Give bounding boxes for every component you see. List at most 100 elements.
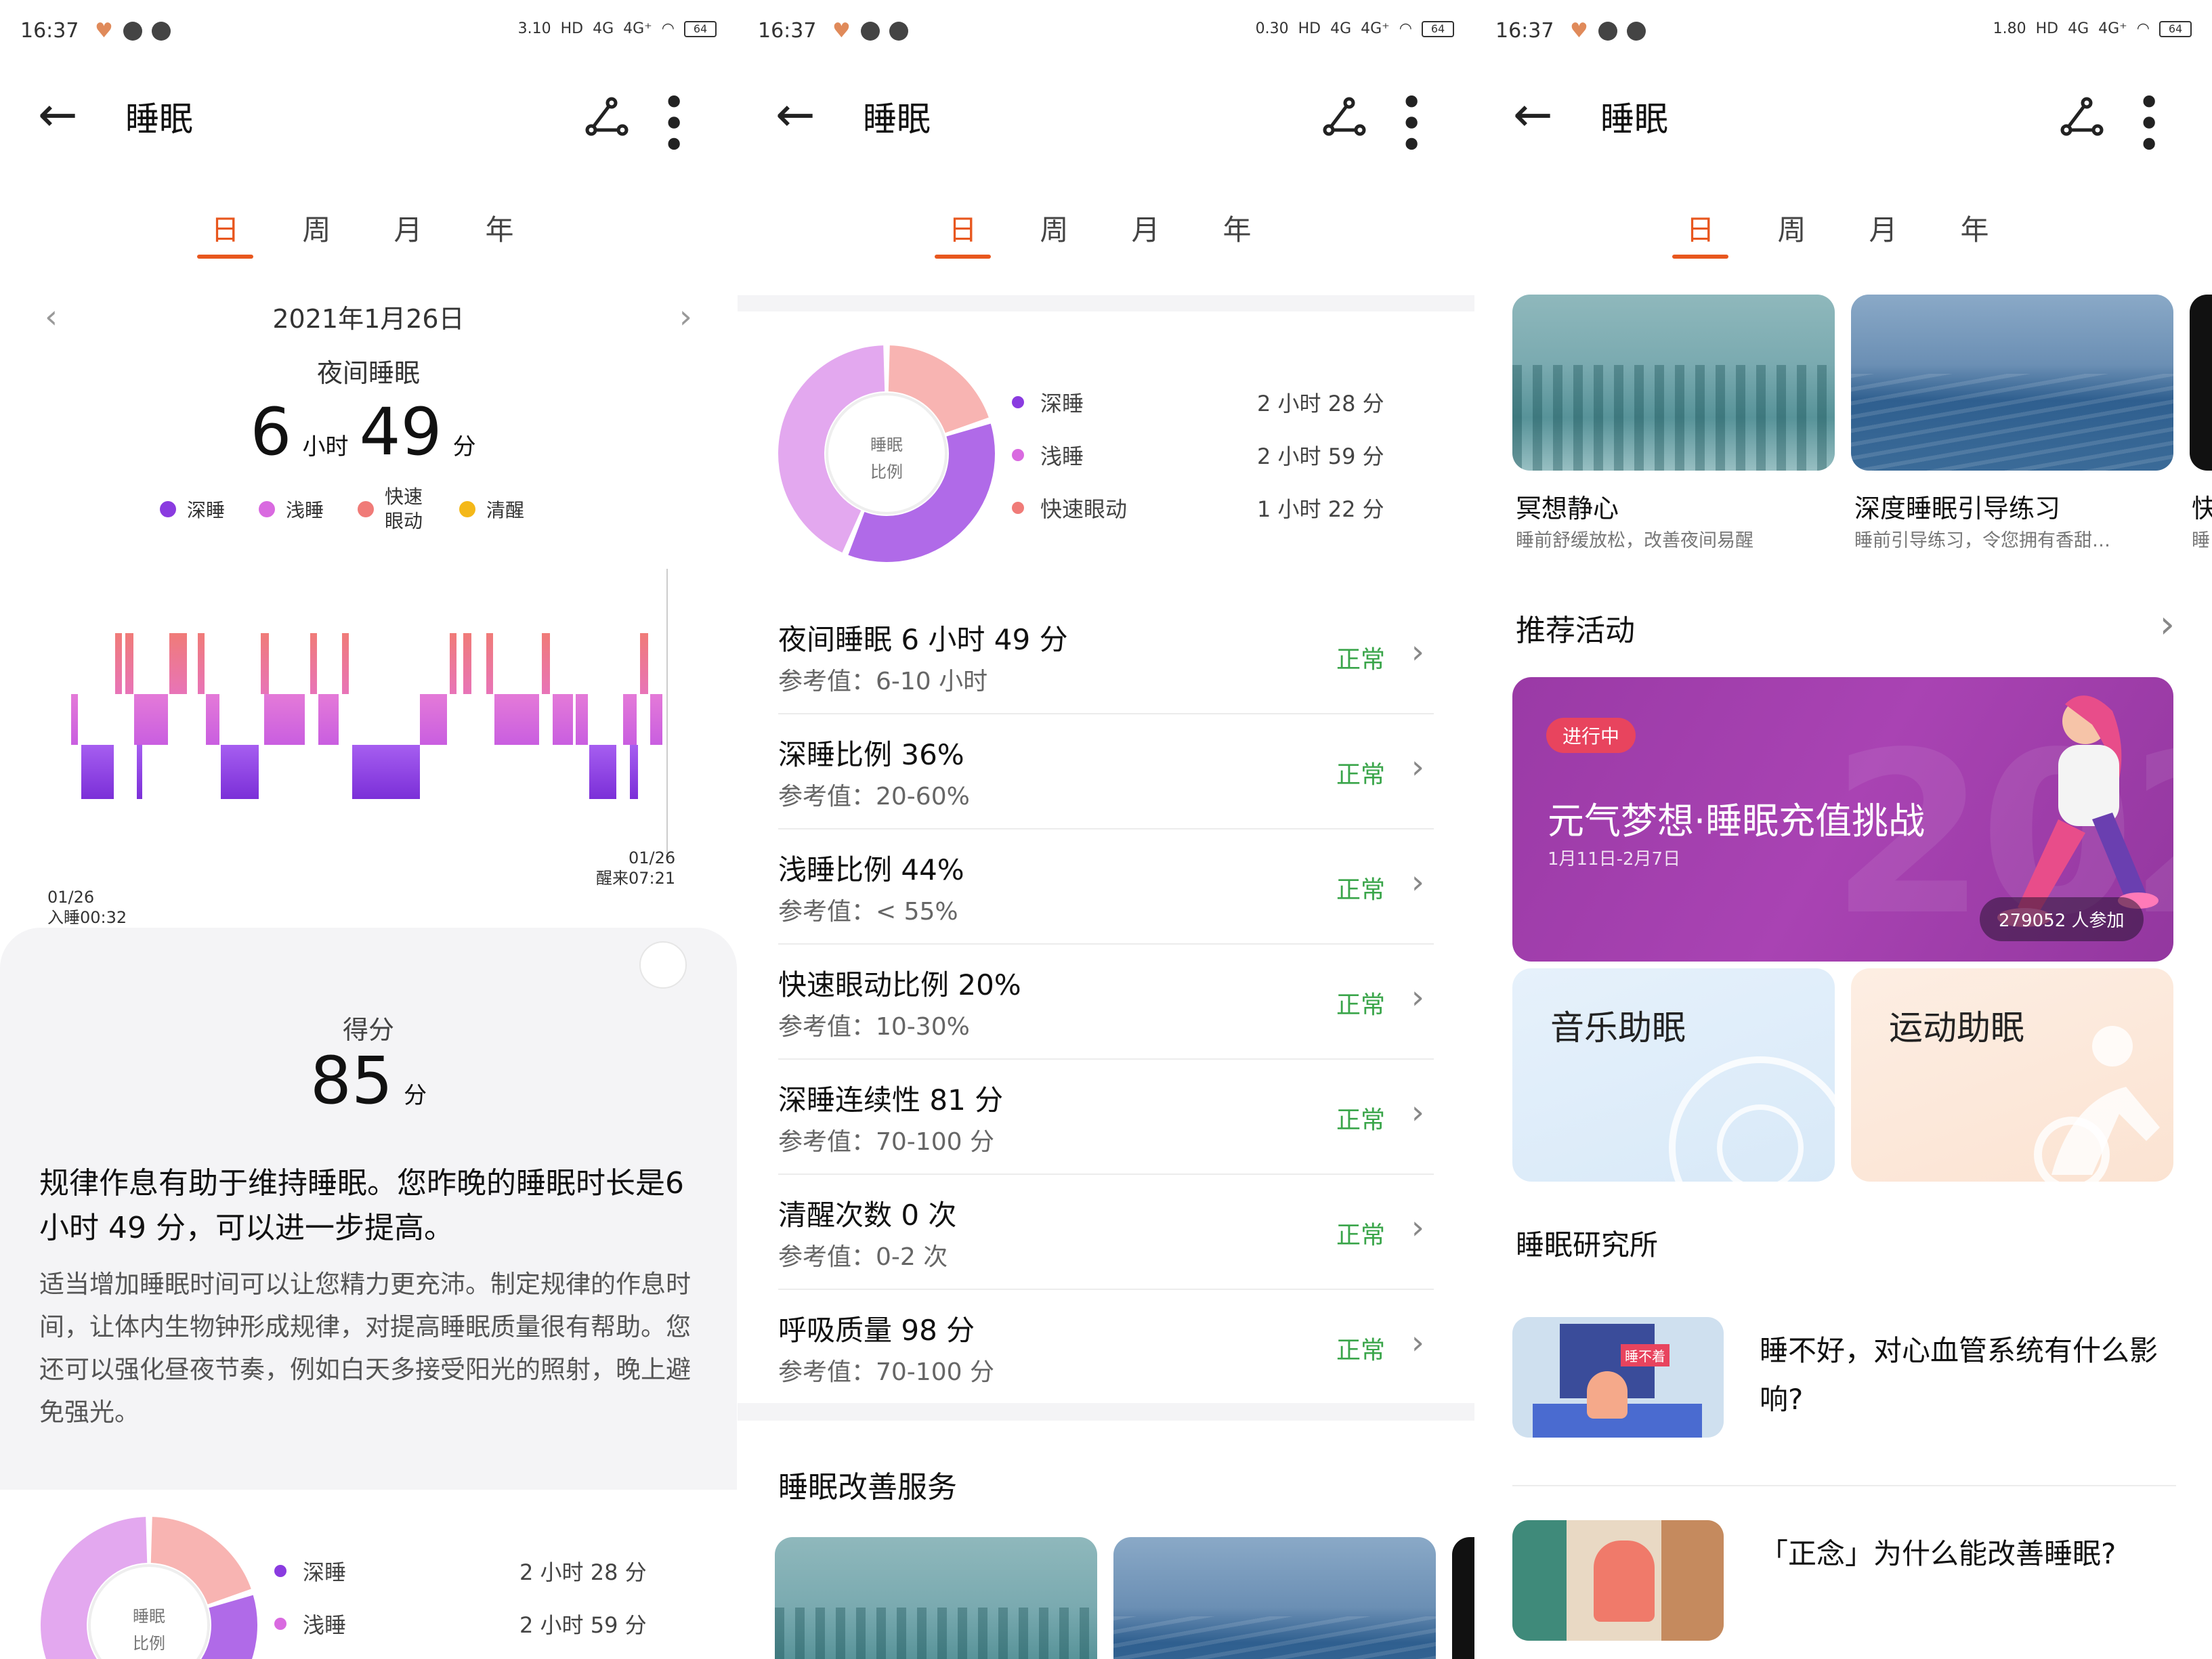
tab-day[interactable]: 日 bbox=[1655, 203, 1746, 264]
sleep-ratio-donut: 睡眠 比例 bbox=[41, 1517, 257, 1659]
heart-icon: ♥ bbox=[1570, 19, 1588, 43]
activities-section-title: 推荐活动 bbox=[1516, 613, 1635, 648]
rem-block bbox=[463, 633, 471, 694]
deep-block bbox=[630, 745, 638, 799]
rem-block bbox=[640, 633, 648, 694]
article-thumbnail: 睡不着 bbox=[1512, 1317, 1724, 1438]
timeline-handle[interactable] bbox=[639, 941, 687, 989]
row-value: 2 小时 59 分 bbox=[1257, 444, 1384, 469]
share-icon[interactable] bbox=[2060, 96, 2107, 137]
metric-ref: 参考值：6-10 小时 bbox=[778, 668, 988, 695]
tab-month[interactable]: 月 bbox=[1100, 203, 1191, 264]
tab-year[interactable]: 年 bbox=[1191, 203, 1283, 264]
section-divider bbox=[738, 295, 1474, 311]
light-block bbox=[134, 694, 168, 745]
person-shape bbox=[1594, 1540, 1655, 1622]
metric-title: 清醒次数 0 次 bbox=[778, 1199, 957, 1232]
chevron-left-icon[interactable]: ‹ bbox=[45, 298, 58, 336]
metric-row-light-ratio[interactable]: 浅睡比例 44% 参考值：< 55% 正常 › bbox=[778, 830, 1434, 945]
tab-month[interactable]: 月 bbox=[1837, 203, 1929, 264]
metric-row-deep-ratio[interactable]: 深睡比例 36% 参考值：20-60% 正常 › bbox=[778, 714, 1434, 830]
chevron-right-icon: › bbox=[1411, 1324, 1424, 1362]
lab-section-title: 睡眠研究所 bbox=[1516, 1228, 1659, 1262]
speed-readout: 3.10 bbox=[517, 20, 551, 37]
tile-music-sleep[interactable]: 音乐助眠 bbox=[1512, 968, 1835, 1182]
legend-row-deep: 深睡 2 小时 28 分 bbox=[1012, 382, 1418, 423]
metric-title: 呼吸质量 98 分 bbox=[778, 1314, 975, 1347]
row-value: 2 小时 28 分 bbox=[519, 1559, 647, 1585]
chevron-right-icon: › bbox=[1411, 1209, 1424, 1247]
article-title: 睡不好，对心血管系统有什么影响? bbox=[1760, 1334, 2158, 1416]
metric-title: 深睡比例 36% bbox=[778, 738, 964, 771]
shelf-shape bbox=[1661, 1520, 1724, 1641]
rem-block bbox=[115, 633, 122, 694]
back-arrow-icon[interactable]: ← bbox=[1513, 91, 1553, 138]
tab-day[interactable]: 日 bbox=[179, 203, 271, 264]
advice-detail: 适当增加睡眠时间可以让您精力更充沛。制定规律的作息时间，让体内生物钟形成规律，对… bbox=[39, 1270, 691, 1427]
back-arrow-icon[interactable]: ← bbox=[38, 91, 78, 138]
share-icon[interactable] bbox=[584, 96, 632, 137]
legend-label: 快速 眼动 bbox=[385, 486, 423, 532]
app-bar: ← 睡眠 ••• bbox=[1475, 81, 2212, 153]
donut-center-line2: 比例 bbox=[870, 462, 903, 481]
light-swatch bbox=[259, 501, 276, 517]
more-icon[interactable]: ••• bbox=[649, 89, 696, 153]
minutes-unit: 分 bbox=[452, 433, 476, 460]
section-divider bbox=[0, 1468, 737, 1490]
tab-year[interactable]: 年 bbox=[454, 203, 545, 264]
metric-row-breathing[interactable]: 呼吸质量 98 分参考值：70-100 分 正常 › bbox=[778, 1290, 1434, 1405]
service-card-next[interactable] bbox=[1452, 1537, 1474, 1659]
tile-sport-sleep[interactable]: 运动助眠 bbox=[1851, 968, 2173, 1182]
service-card-deep-sleep[interactable] bbox=[1113, 1537, 1436, 1659]
more-icon[interactable]: ••• bbox=[2124, 89, 2171, 153]
article-item[interactable]: 「正念」为什么能改善睡眠? bbox=[1512, 1520, 2176, 1659]
light-block bbox=[206, 694, 219, 745]
service-card-next[interactable] bbox=[2190, 295, 2212, 471]
tab-week[interactable]: 周 bbox=[1008, 203, 1100, 264]
more-icon[interactable]: ••• bbox=[1386, 89, 1434, 153]
row-value: 2 小时 28 分 bbox=[1257, 391, 1384, 416]
status-badge: 正常 bbox=[1336, 991, 1385, 1019]
donut-center-line1: 睡眠 bbox=[133, 1607, 165, 1626]
deep-block bbox=[137, 745, 142, 799]
joined-count: 279052 人参加 bbox=[1980, 897, 2144, 941]
score-value: 85 分 bbox=[0, 1043, 737, 1119]
status-badge: 正常 bbox=[1336, 1337, 1385, 1364]
metric-row-rem-ratio[interactable]: 快速眼动比例 20% 参考值：10-30% 正常 › bbox=[778, 945, 1434, 1060]
status-time: 16:37 bbox=[758, 19, 817, 43]
rem-swatch bbox=[1012, 502, 1024, 514]
promo-banner[interactable]: 2021 进行中 元气梦想·睡眠充值挑战 1月11日-2月7日 279052 人… bbox=[1512, 677, 2173, 962]
service-card-meditation[interactable] bbox=[1512, 295, 1835, 471]
tab-year[interactable]: 年 bbox=[1929, 203, 2020, 264]
tab-day[interactable]: 日 bbox=[917, 203, 1008, 264]
service-card-deep-sleep[interactable] bbox=[1851, 295, 2173, 471]
hd-icon: HD bbox=[1298, 20, 1321, 37]
chevron-right-icon: › bbox=[1411, 863, 1424, 901]
status-right: 3.10 HD 4G 4G⁺ ◠ 64 bbox=[518, 20, 717, 37]
row-name: 快速眼动 bbox=[1040, 496, 1128, 522]
back-arrow-icon[interactable]: ← bbox=[775, 91, 815, 138]
period-tabs: 日 周 月 年 bbox=[179, 203, 545, 264]
rem-block bbox=[125, 633, 133, 694]
app-icon bbox=[1627, 22, 1646, 41]
article-title: 「正念」为什么能改善睡眠? bbox=[1760, 1537, 2117, 1570]
heart-icon: ♥ bbox=[95, 19, 113, 43]
tab-week[interactable]: 周 bbox=[271, 203, 362, 264]
metric-row-deep-continuity[interactable]: 深睡连续性 81 分参考值：70-100 分 正常 › bbox=[778, 1060, 1434, 1175]
share-icon[interactable] bbox=[1322, 96, 1369, 137]
metric-row-night-sleep[interactable]: 夜间睡眠 6 小时 49 分参考值：6-10 小时 正常 › bbox=[778, 599, 1434, 714]
score-unit: 分 bbox=[404, 1082, 427, 1109]
sleep-detail-screen: 16:37 ♥ 0.30 HD 4G 4G⁺ ◠ 64 ← 睡眠 ••• 日 周… bbox=[738, 0, 1474, 1659]
metric-title: 深睡连续性 81 分 bbox=[778, 1083, 1004, 1117]
tab-week[interactable]: 周 bbox=[1746, 203, 1837, 264]
service-card-meditation[interactable] bbox=[775, 1537, 1097, 1659]
article-item[interactable]: 睡不着 睡不好，对心血管系统有什么影响? bbox=[1512, 1317, 2176, 1486]
chevron-right-icon[interactable]: › bbox=[679, 298, 692, 336]
end-date: 01/26 bbox=[629, 848, 676, 867]
chevron-right-icon[interactable]: › bbox=[2160, 603, 2175, 647]
light-swatch bbox=[1012, 449, 1024, 461]
tab-month[interactable]: 月 bbox=[362, 203, 454, 264]
legend-deep: 深睡 bbox=[160, 496, 225, 523]
score-number: 85 bbox=[310, 1043, 394, 1119]
metric-row-awake-count[interactable]: 清醒次数 0 次参考值：0-2 次 正常 › bbox=[778, 1175, 1434, 1290]
